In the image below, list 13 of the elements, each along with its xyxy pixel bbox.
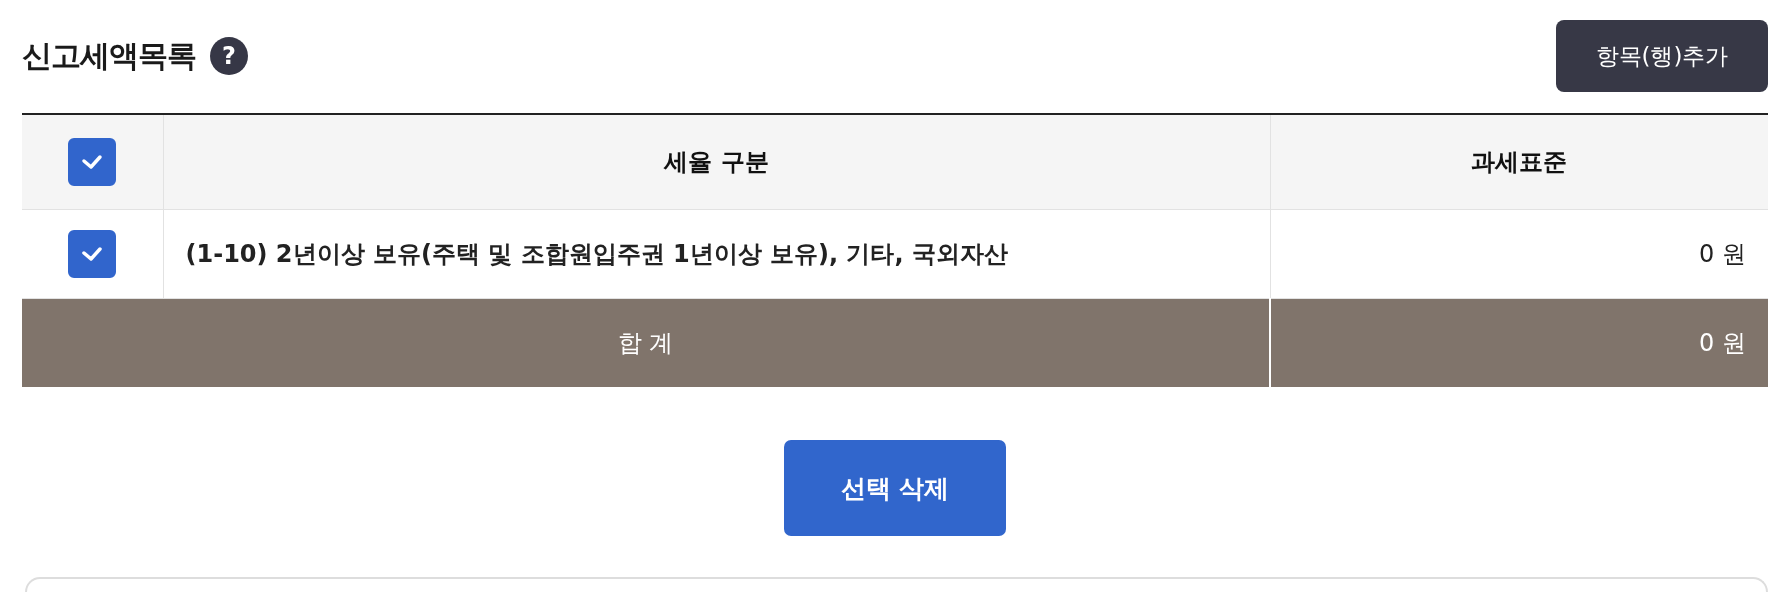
total-label-cell: 합 계: [22, 298, 1270, 387]
help-icon[interactable]: ?: [210, 37, 248, 75]
column-header: 세율 구분: [163, 114, 1270, 210]
total-value-cell: 0 원: [1270, 298, 1768, 387]
add-row-button[interactable]: 항목(행)추가: [1556, 20, 1768, 92]
table-cell: (1-10) 2년이상 보유(주택 및 조합원입주권 1년이상 보유), 기타, 국외자산: [163, 209, 1270, 299]
check-icon: [81, 154, 104, 170]
check-icon: [81, 246, 104, 262]
column-header: 과세표준: [1270, 114, 1768, 210]
section-title: 신고세액목록: [22, 36, 196, 75]
delete-selected-button[interactable]: 선택 삭제: [784, 440, 1006, 536]
select-all-checkbox[interactable]: [68, 138, 117, 186]
row-checkbox[interactable]: [68, 230, 117, 278]
